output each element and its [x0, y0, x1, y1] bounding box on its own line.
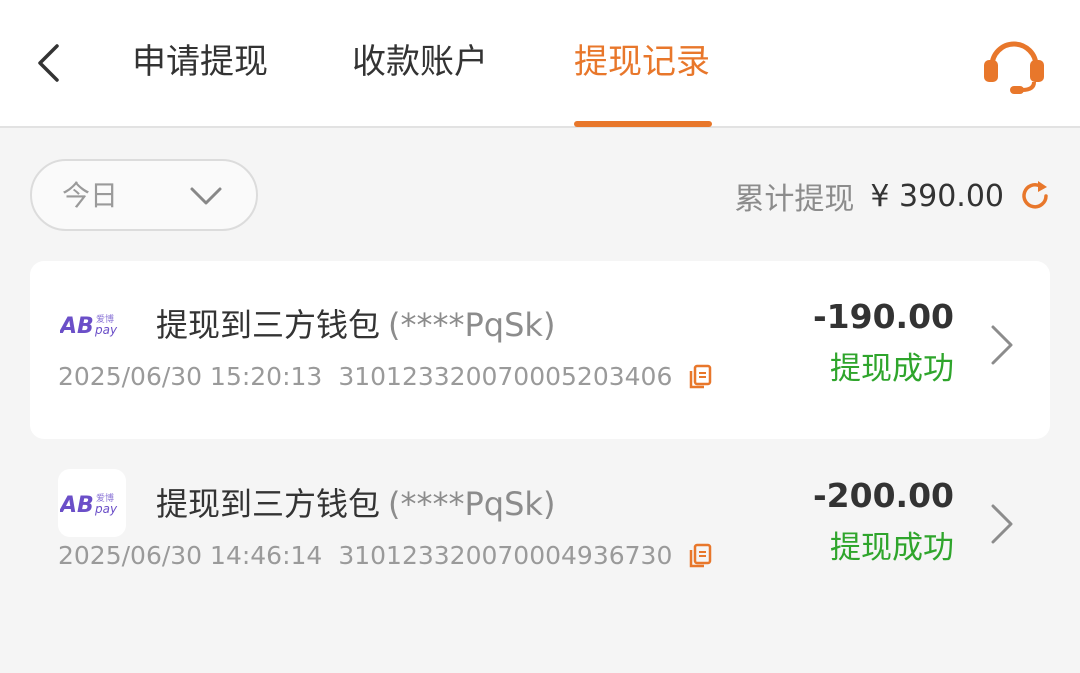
record-meta: 2025/06/30 15:20:13 31012332007000520340… [58, 359, 712, 395]
tab-receiving-account[interactable]: 收款账户 [352, 38, 488, 86]
record-meta: 2025/06/30 14:46:14 31012332007000493673… [58, 538, 712, 574]
back-button[interactable] [28, 40, 68, 86]
svg-text:AB: AB [60, 493, 94, 518]
total-withdraw-amount: ¥ 390.00 [870, 178, 1004, 214]
record-amount: -200.00 [812, 476, 954, 515]
record-status: 提现成功 [830, 530, 954, 566]
record-title: 提现到三方钱包 (****PqSk) [156, 482, 555, 526]
record-title: 提现到三方钱包 (****PqSk) [156, 303, 555, 347]
customer-service-button[interactable] [980, 34, 1048, 96]
svg-text:AB: AB [60, 314, 94, 339]
withdraw-record-item[interactable]: AB 爱博 pay 提现到三方钱包 (****PqSk) 2025/06/30 1… [30, 440, 1050, 618]
record-title-text: 提现到三方钱包 [156, 306, 381, 344]
svg-text:pay: pay [94, 323, 118, 337]
record-transaction-id: 310123320070005203406 [338, 362, 673, 391]
record-account: (****PqSk) [388, 306, 556, 344]
chevron-left-icon [38, 44, 59, 82]
headset-icon [984, 41, 1044, 94]
ab-pay-logo: AB 爱博 pay [58, 290, 126, 358]
record-datetime: 2025/06/30 14:46:14 [58, 541, 323, 570]
copy-icon[interactable] [688, 364, 712, 390]
date-filter-value: 今日 [62, 179, 119, 212]
tab-withdraw-records[interactable]: 提现记录 [574, 38, 710, 86]
date-filter-dropdown[interactable]: 今日 [30, 159, 258, 231]
active-tab-indicator [574, 121, 712, 127]
copy-icon[interactable] [688, 543, 712, 569]
tab-apply-withdraw[interactable]: 申请提现 [132, 38, 268, 86]
svg-text:pay: pay [94, 502, 118, 516]
record-amount: -190.00 [812, 297, 954, 336]
record-transaction-id: 310123320070004936730 [338, 541, 673, 570]
top-nav-bar: 申请提现 收款账户 提现记录 [0, 0, 1080, 128]
record-title-text: 提现到三方钱包 [156, 485, 381, 523]
withdraw-record-item[interactable]: AB 爱博 pay 提现到三方钱包 (****PqSk) 2025/06/30 1… [30, 261, 1050, 439]
refresh-icon[interactable] [1018, 179, 1052, 213]
record-datetime: 2025/06/30 15:20:13 [58, 362, 323, 391]
chevron-right-icon [991, 325, 1013, 365]
record-account: (****PqSk) [388, 485, 556, 523]
chevron-right-icon [991, 504, 1013, 544]
ab-pay-logo: AB 爱博 pay [58, 469, 126, 537]
total-withdraw-summary: 累计提现 ¥ 390.00 [734, 174, 1052, 218]
record-status: 提现成功 [830, 351, 954, 387]
total-withdraw-label: 累计提现 [734, 182, 855, 217]
chevron-down-icon [190, 187, 222, 205]
